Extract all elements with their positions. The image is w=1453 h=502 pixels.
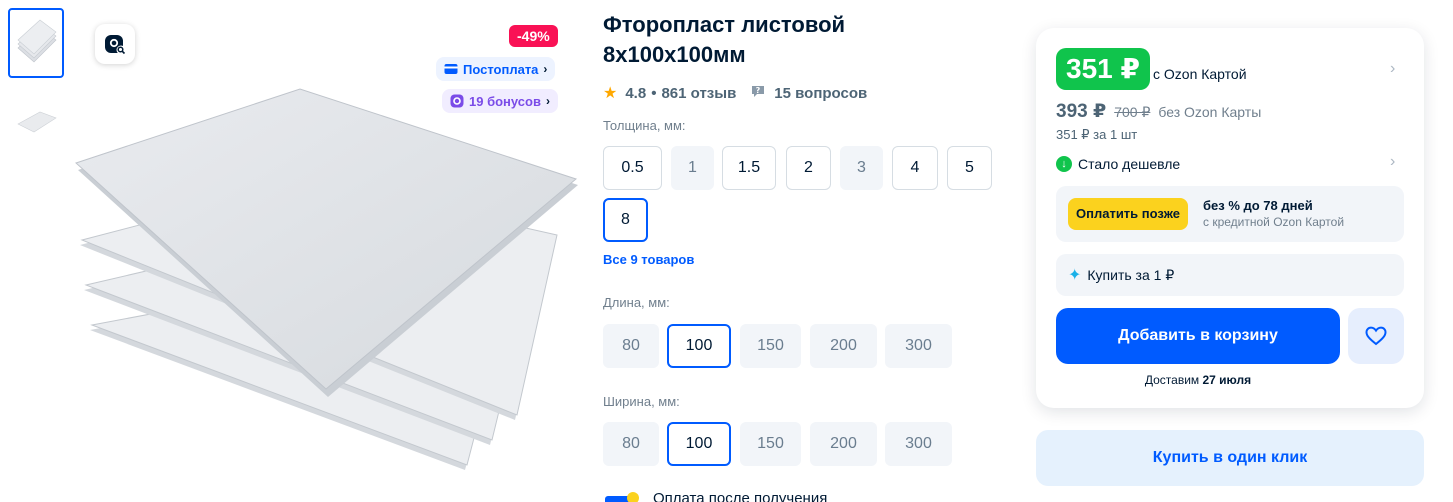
ozon-card-price[interactable]: 351 ₽ (1056, 48, 1150, 90)
postpay-icon (444, 64, 458, 74)
length-option[interactable]: 300 (885, 324, 952, 368)
product-image (75, 88, 578, 470)
pay-later-button[interactable]: Оплатить позже (1068, 198, 1188, 230)
product-title: Фторопласт листовой 8х100х100мм (603, 12, 846, 67)
thickness-option[interactable]: 1.5 (722, 146, 776, 190)
buy-for-1-label: Купить за 1 ₽ (1087, 266, 1175, 283)
pay-later-subtitle: с кредитной Ozon Картой (1203, 215, 1345, 229)
thickness-label: Толщина, мм: (603, 118, 686, 133)
thickness-option[interactable]: 1 (671, 146, 714, 190)
width-option[interactable]: 300 (885, 422, 952, 466)
buy-for-1-button[interactable]: ✦ Купить за 1 ₽ (1056, 254, 1404, 296)
thickness-option-selected[interactable]: 8 (603, 198, 648, 242)
width-option[interactable]: 150 (740, 422, 801, 466)
sheet-thumbnail-image (17, 111, 57, 133)
rating-separator: • (651, 84, 657, 102)
price-card: 351 ₽ с Ozon Картой › 393 ₽ 700 ₽ без Oz… (1036, 28, 1424, 408)
heart-icon (1365, 326, 1387, 346)
rating-row: ★ 4.8 • 861 отзыв ? 15 вопросов (603, 83, 867, 103)
discount-badge: -49% (509, 25, 558, 47)
delivery-date: 27 июля (1202, 373, 1252, 387)
sparkle-icon: ✦ (1068, 267, 1082, 284)
pay-later-box: Оплатить позже без % до 78 дней с кредит… (1056, 186, 1404, 242)
per-unit-price: 351 ₽ за 1 шт (1056, 127, 1138, 142)
rating-value: 4.8 (625, 84, 647, 102)
add-to-cart-button[interactable]: Добавить в корзину (1056, 308, 1340, 364)
thickness-option[interactable]: 0.5 (603, 146, 662, 190)
width-label: Ширина, мм: (603, 394, 680, 409)
thickness-option[interactable]: 5 (947, 146, 992, 190)
thumbnail-1[interactable] (8, 8, 64, 78)
chevron-right-icon: › (543, 62, 548, 76)
price-drop-row[interactable]: ↓ Стало дешевле (1056, 156, 1180, 172)
svg-text:?: ? (756, 86, 761, 95)
all-items-link[interactable]: Все 9 товаров (603, 252, 694, 267)
chevron-right-icon[interactable]: › (1390, 153, 1395, 171)
image-search-button[interactable] (95, 24, 135, 64)
chevron-right-icon: › (545, 94, 550, 108)
postpay-badge[interactable]: Постоплата › (436, 57, 556, 81)
favorite-button[interactable] (1348, 308, 1404, 364)
regular-price-note: без Ozon Карты (1158, 104, 1262, 120)
length-option[interactable]: 80 (603, 324, 659, 368)
pay-later-title: без % до 78 дней (1203, 198, 1313, 213)
payment-note-row: Оплата после получения (603, 490, 827, 502)
postpay-label: Постоплата (463, 61, 539, 77)
delivery-info: Доставим 27 июля (1056, 373, 1340, 387)
thumbnail-2[interactable] (8, 86, 64, 156)
bonus-icon (450, 94, 464, 108)
width-option[interactable]: 200 (810, 422, 877, 466)
delivery-prefix: Доставим (1144, 373, 1200, 387)
ozon-card-price-note: с Ozon Картой (1153, 66, 1247, 82)
payment-note: Оплата после получения (653, 490, 828, 502)
width-option-selected[interactable]: 100 (667, 422, 731, 466)
length-option-selected[interactable]: 100 (667, 324, 731, 368)
thickness-option[interactable]: 4 (892, 146, 938, 190)
payment-icon (605, 491, 639, 502)
bonus-badge[interactable]: 19 бонусов › (442, 89, 558, 113)
buy-one-click-button[interactable]: Купить в один клик (1036, 430, 1424, 486)
thickness-option[interactable]: 3 (840, 146, 883, 190)
sheet-thumbnail-image (17, 19, 57, 63)
chevron-right-icon[interactable]: › (1390, 60, 1395, 78)
questions-link[interactable]: 15 вопросов (774, 85, 867, 102)
old-price: 700 ₽ (1114, 104, 1151, 120)
length-option[interactable]: 150 (740, 324, 801, 368)
bonus-label: 19 бонусов (469, 93, 541, 109)
questions-icon: ? (750, 83, 766, 103)
price-drop-label: Стало дешевле (1078, 156, 1181, 172)
reviews-link[interactable]: 861 отзыв (661, 85, 736, 102)
regular-price: 393 ₽ (1056, 101, 1107, 122)
width-option[interactable]: 80 (603, 422, 659, 466)
length-option[interactable]: 200 (810, 324, 877, 368)
length-label: Длина, мм: (603, 295, 670, 310)
arrow-down-icon: ↓ (1056, 156, 1072, 172)
thickness-option[interactable]: 2 (786, 146, 831, 190)
regular-price-row: 393 ₽ 700 ₽ без Ozon Карты (1056, 100, 1261, 123)
star-icon: ★ (603, 85, 618, 102)
image-search-icon (105, 35, 126, 55)
